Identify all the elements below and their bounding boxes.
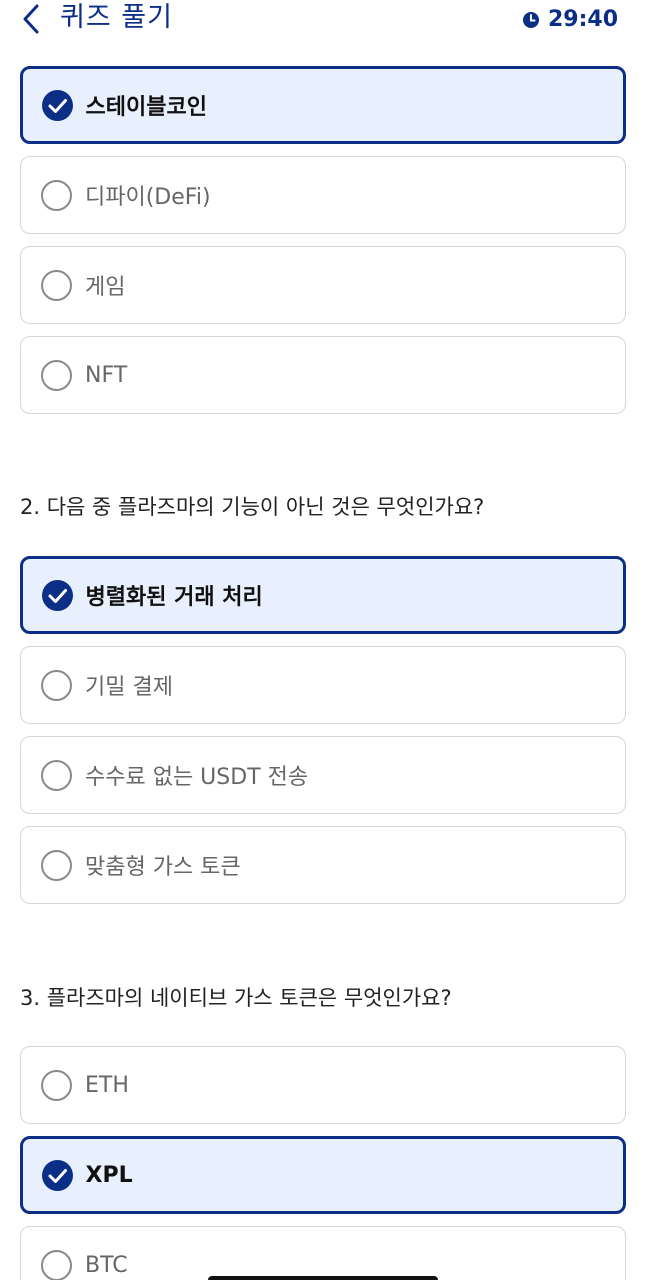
radio-icon [41,669,72,701]
answer-option-q1-3[interactable]: 게임 [20,246,626,324]
radio-icon [41,269,72,301]
checked-radio-icon [41,89,73,121]
answer-option-q2-4[interactable]: 맞춤형 가스 토큰 [20,826,626,904]
option-label: BTC [85,1252,128,1278]
checked-radio-icon [41,1159,73,1191]
radio-icon [41,1069,72,1101]
answer-option-q1-4[interactable]: NFT [20,336,626,414]
answer-option-q3-2[interactable]: XPL [20,1136,626,1214]
option-label: 병렬화된 거래 처리 [85,585,263,610]
question-2-text: 2. 다음 중 플라즈마의 기능이 아닌 것은 무엇인가요? [20,495,485,519]
option-label: 게임 [85,275,126,300]
option-label: NFT [85,362,128,388]
clock-icon [522,12,539,28]
home-indicator [208,1276,438,1280]
option-label: 디파이(DeFi) [85,185,211,210]
radio-icon [41,759,72,791]
option-label: 맞춤형 가스 토큰 [85,855,241,880]
answer-option-q1-2[interactable]: 디파이(DeFi) [20,156,626,234]
option-label: 스테이블코인 [85,95,207,120]
page-title: 퀴즈 풀기 [60,2,173,33]
back-button[interactable] [14,0,48,38]
option-label: 수수료 없는 USDT 전송 [85,765,309,790]
radio-icon [41,1249,72,1280]
answer-option-q3-1[interactable]: ETH [20,1046,626,1124]
quiz-timer: 29:40 [522,0,618,38]
option-label: 기밀 결제 [85,675,173,700]
question-3-text: 3. 플라즈마의 네이티브 가스 토큰은 무엇인가요? [20,986,452,1010]
answer-option-q1-1[interactable]: 스테이블코인 [20,66,626,144]
timer-value: 29:40 [547,6,618,32]
answer-option-q3-3[interactable]: BTC [20,1226,626,1280]
answer-option-q2-2[interactable]: 기밀 결제 [20,646,626,724]
answer-option-q2-1[interactable]: 병렬화된 거래 처리 [20,556,626,634]
radio-icon [41,359,72,391]
header: 퀴즈 풀기 29:40 [0,0,646,40]
option-label: XPL [85,1162,133,1188]
option-label: ETH [85,1072,129,1098]
quiz-page: 퀴즈 풀기 29:40 스테이블코인 디파이(DeFi) 게임 NFT 2. 다… [0,0,646,1280]
radio-icon [41,849,72,881]
radio-icon [41,179,72,211]
answer-option-q2-3[interactable]: 수수료 없는 USDT 전송 [20,736,626,814]
chevron-left-icon [23,4,39,34]
checked-radio-icon [41,579,73,611]
